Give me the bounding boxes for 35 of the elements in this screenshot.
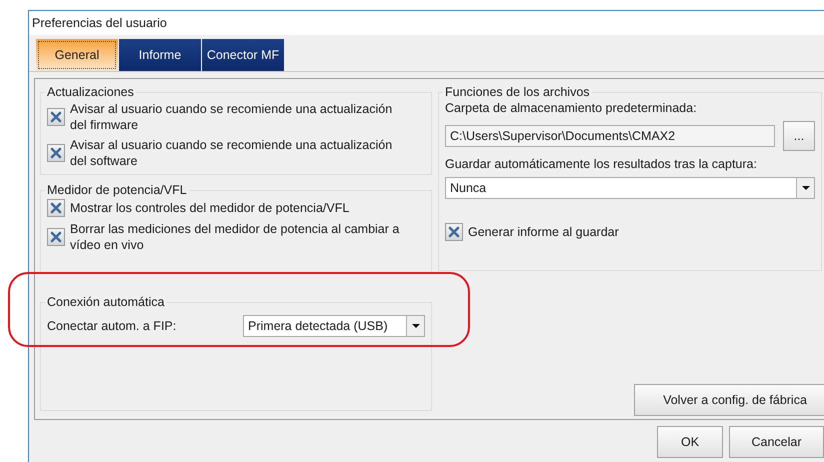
field-label: Guardar automáticamente los resultados tras la captura: <box>445 157 758 171</box>
group-title: Funciones de los archivos <box>444 85 591 99</box>
cross-icon <box>50 231 62 243</box>
dropdown[interactable]: Nunca <box>445 177 815 199</box>
group-title: Actualizaciones <box>46 85 135 99</box>
tab[interactable]: Informe <box>119 39 201 71</box>
checkbox-label: Generar informe al guardar <box>468 224 620 240</box>
cross-icon <box>50 147 62 159</box>
window-title: Preferencias del usuario <box>32 16 167 30</box>
checkbox-label: Borrar las mediciones del medidor de potencia al cambiar a vídeo en vivo <box>70 221 400 253</box>
checkbox[interactable] <box>47 199 65 217</box>
dropdown[interactable]: Primera detectada (USB) <box>243 315 425 337</box>
dialog-button[interactable]: OK <box>657 426 723 458</box>
checkbox-label: Mostrar los controles del medidor de potencia/VFL <box>70 200 350 216</box>
folder-field[interactable]: C:\Users\Supervisor\Documents\CMAX2 <box>445 125 775 147</box>
checkbox[interactable] <box>445 223 463 241</box>
checkbox-label: Avisar al usuario cuando se recomiende una actualización del firmware <box>70 101 394 133</box>
field-label: Carpeta de almacenamiento predeterminada: <box>445 101 698 115</box>
checkbox[interactable] <box>47 228 65 246</box>
dialog-button[interactable]: Cancelar <box>729 426 824 458</box>
field-label: Conectar autom. a FIP: <box>47 319 176 333</box>
checkbox[interactable] <box>47 108 65 126</box>
tab[interactable]: Conector MF <box>202 39 284 71</box>
caret-icon <box>802 186 810 190</box>
group-title: Medidor de potencia/VFL <box>46 183 188 197</box>
group-title: Conexión automática <box>46 295 166 309</box>
checkbox[interactable] <box>47 144 65 162</box>
browse-button[interactable]: ... <box>783 121 815 151</box>
cross-icon <box>448 226 460 238</box>
factory-reset-button[interactable]: Volver a config. de fábrica <box>634 384 824 416</box>
checkbox-label: Avisar al usuario cuando se recomiende una actualización del software <box>70 137 394 169</box>
caret-icon <box>412 324 420 328</box>
cross-icon <box>50 202 62 214</box>
tab[interactable]: General <box>36 39 118 71</box>
cross-icon <box>50 111 62 123</box>
